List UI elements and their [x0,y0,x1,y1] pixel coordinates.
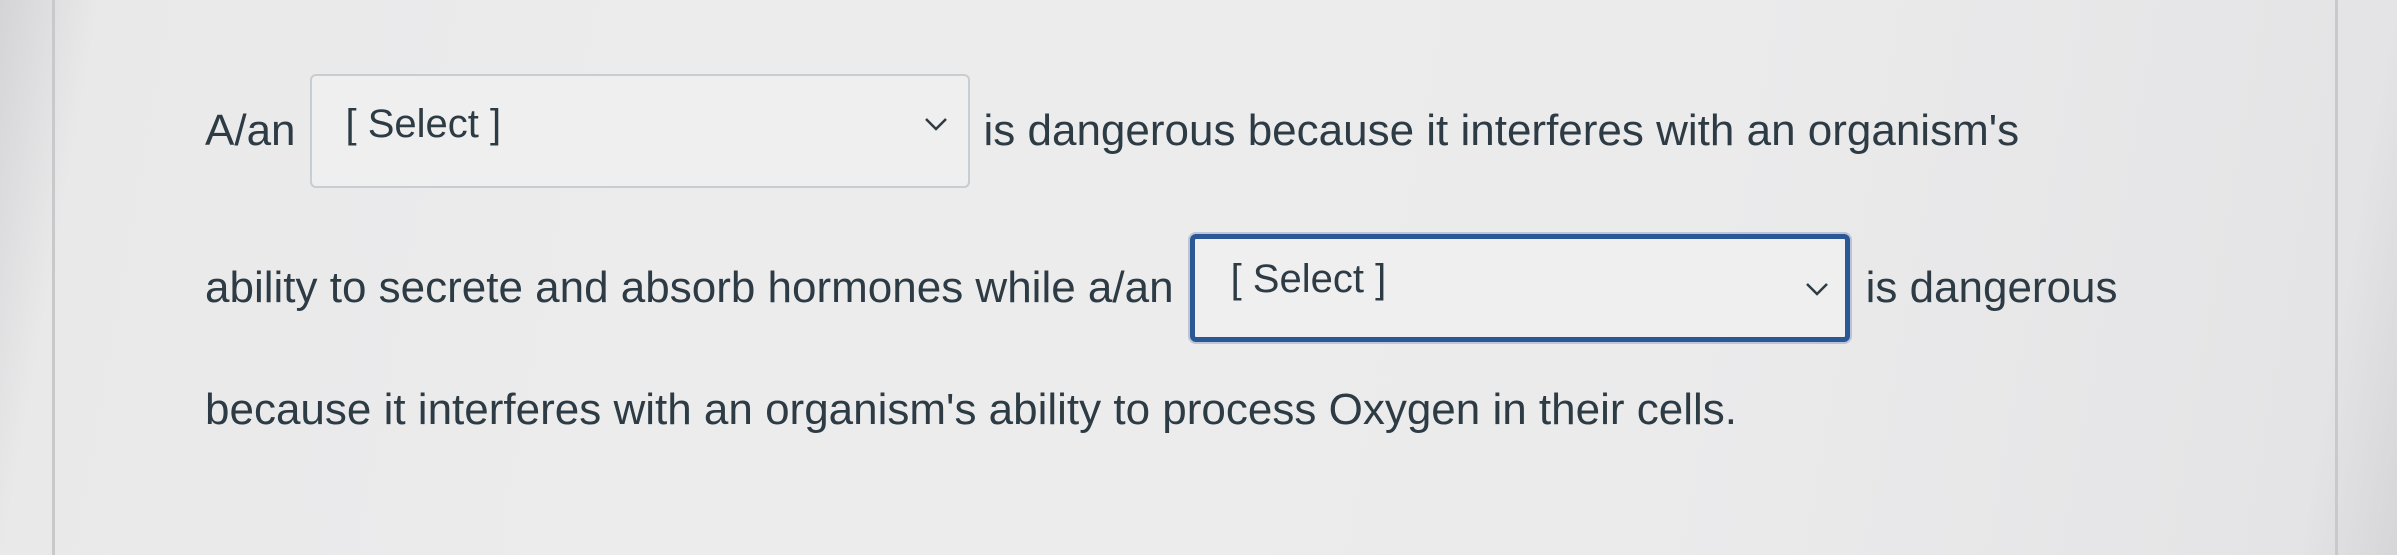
chevron-down-icon [922,114,950,134]
question-line-3: because it interferes with an organism's… [205,388,1737,432]
chevron-down-icon [1803,279,1831,299]
question-text-3: because it interferes with an organism's… [205,385,1737,434]
question-text-suffix-2: is dangerous [1865,263,2118,312]
question-text-prefix-1: A/an [205,106,296,155]
question-text-prefix-2: ability to secrete and absorb hormones w… [205,263,1174,312]
blank-1-dropdown[interactable]: [ Select ] [309,74,970,188]
blank-2-selected-value: [ Select ] [1230,257,1387,301]
question-text-suffix-1: is dangerous because it interferes with … [983,106,2020,155]
blank-1-selected-value: [ Select ] [345,102,502,146]
question-line-2: ability to secrete and absorb hormones w… [205,234,2118,342]
blank-2-dropdown[interactable]: [ Select ] [1189,234,1850,342]
question-line-1: A/an [ Select ] is dangerous because it … [205,74,2019,188]
